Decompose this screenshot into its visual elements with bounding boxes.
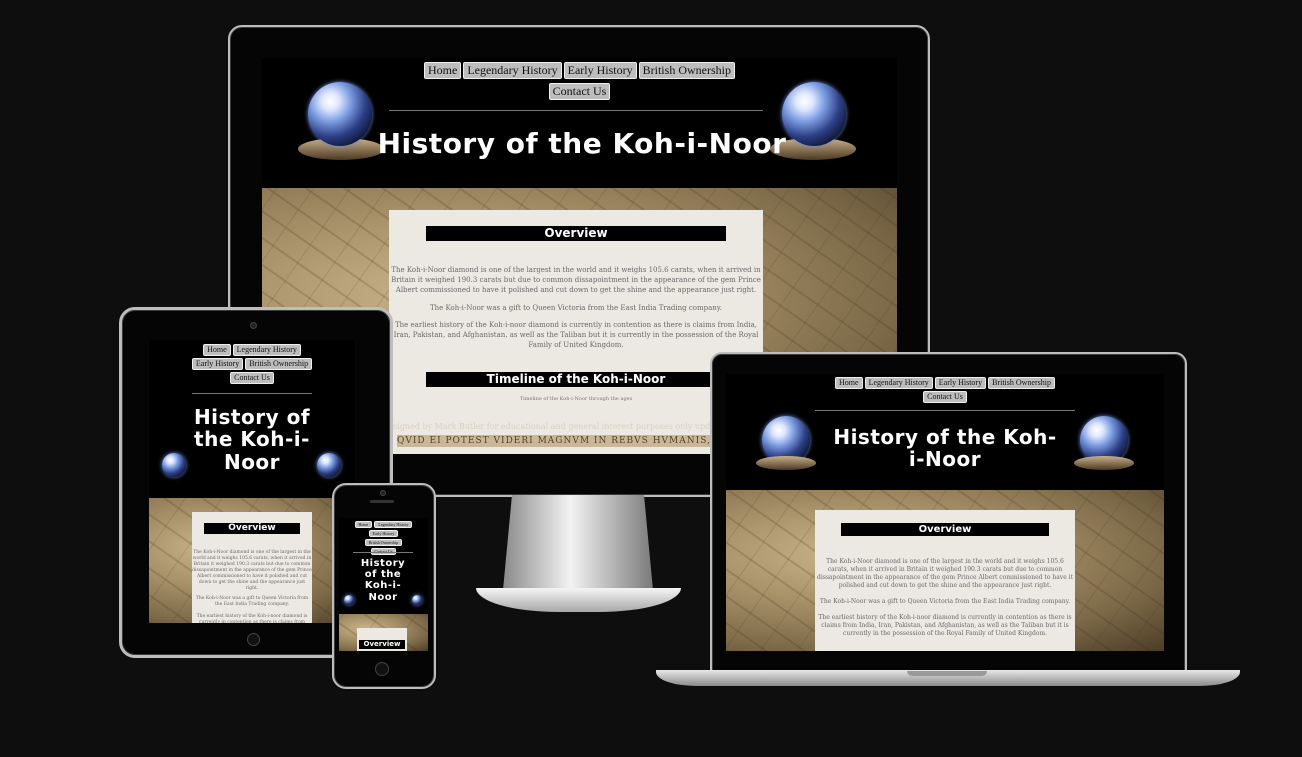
timeline-image: Timeline of the Koh-i-Noor through the a…	[519, 396, 633, 402]
header-divider	[353, 552, 413, 553]
phone-nav: Home Legendary History Early History Brit…	[339, 520, 428, 556]
overview-paragraph-3: The earliest history of the Koh-i-noor d…	[818, 614, 1072, 637]
overview-heading: Overview	[204, 523, 300, 534]
diamond-base-right	[1074, 456, 1134, 470]
overview-paragraph-2: The Koh-i-Noor was a gift to Queen Victo…	[819, 598, 1071, 605]
header-divider	[192, 393, 312, 394]
site-title: History of the Koh-i-Noor	[360, 558, 406, 603]
tablet-nav: Home Legendary History Early History Briti…	[149, 343, 355, 385]
diamond-icon	[412, 595, 422, 605]
diamond-icon	[162, 453, 186, 477]
tablet-screen: Home Legendary History Early History Briti…	[149, 340, 355, 623]
nav-contact-us[interactable]: Contact Us	[923, 391, 967, 403]
nav-legendary-history[interactable]: Legendary History	[864, 377, 933, 389]
phone-camera	[380, 490, 386, 496]
nav-legendary-history[interactable]: Legendary History	[374, 521, 413, 528]
diamond-icon	[308, 82, 372, 146]
nav-home[interactable]: Home	[354, 521, 373, 528]
nav-legendary-history[interactable]: Legendary History	[232, 344, 301, 356]
phone-header: Home Legendary History Early History Brit…	[339, 518, 428, 614]
diamond-icon	[344, 595, 354, 605]
timeline-heading: Timeline of the Koh-i-Noor	[426, 372, 726, 387]
desktop-stand-base	[476, 588, 681, 612]
site-title: History of the Koh-i-Noor	[377, 127, 787, 160]
site-title: History of the Koh-i-Noor	[193, 405, 311, 474]
desktop-header: Home Legendary History Early History Britis…	[262, 58, 897, 188]
overview-heading: Overview	[841, 523, 1049, 536]
overview-paragraph-3: The earliest history of the Koh-i-noor d…	[196, 614, 308, 623]
phone-home-button	[375, 662, 389, 676]
nav-home[interactable]: Home	[203, 344, 231, 356]
laptop-notch	[907, 671, 987, 676]
overview-paragraph-1: The Koh-i-Noor diamond is one of the lar…	[817, 558, 1073, 589]
tablet-header: Home Legendary History Early History Briti…	[149, 340, 355, 498]
nav-legendary-history[interactable]: Legendary History	[463, 62, 562, 79]
phone-speaker	[370, 500, 394, 503]
nav-british-ownership[interactable]: British Ownership	[364, 539, 403, 546]
nav-early-history[interactable]: Early History	[934, 377, 987, 389]
overview-heading: Overview	[426, 226, 726, 241]
diamond-base-left	[756, 456, 816, 470]
overview-paragraph-3: The earliest history of the Koh-i-noor d…	[393, 321, 759, 349]
diamond-icon	[317, 453, 341, 477]
desktop-stand-neck	[503, 495, 653, 590]
laptop-header: Home Legendary History Early History Britis…	[726, 374, 1164, 490]
nav-british-ownership[interactable]: British Ownership	[245, 358, 313, 370]
nav-early-history[interactable]: Early History	[191, 358, 244, 370]
tablet-home-button	[247, 633, 260, 646]
header-divider	[389, 110, 763, 111]
overview-heading: Overview	[359, 640, 405, 649]
phone-screen: Home Legendary History Early History Brit…	[339, 518, 428, 651]
nav-contact-us[interactable]: Contact Us	[548, 83, 611, 100]
overview-paragraph-1: The Koh-i-Noor diamond is one of the lar…	[192, 550, 312, 591]
overview-paragraph-2: The Koh-i-Noor was a gift to Queen Victo…	[429, 304, 723, 312]
nav-early-history[interactable]: Early History	[563, 62, 637, 79]
overview-paragraph-1: The Koh-i-Noor diamond is one of the lar…	[391, 266, 761, 294]
site-title: History of the Koh-i-Noor	[833, 425, 1057, 472]
nav-british-ownership[interactable]: British Ownership	[638, 62, 735, 79]
nav-contact-us[interactable]: Contact Us	[230, 372, 274, 384]
laptop-screen: Home Legendary History Early History Britis…	[726, 374, 1164, 651]
nav-home[interactable]: Home	[835, 377, 863, 389]
nav-home[interactable]: Home	[424, 62, 462, 79]
header-divider	[815, 410, 1075, 411]
laptop-nav: Home Legendary History Early History Britis…	[726, 376, 1164, 404]
nav-british-ownership[interactable]: British Ownership	[988, 377, 1055, 389]
overview-paragraph-2: The Koh-i-Noor was a gift to Queen Victo…	[195, 596, 309, 607]
tablet-camera	[250, 322, 257, 329]
nav-early-history[interactable]: Early History	[368, 530, 399, 537]
